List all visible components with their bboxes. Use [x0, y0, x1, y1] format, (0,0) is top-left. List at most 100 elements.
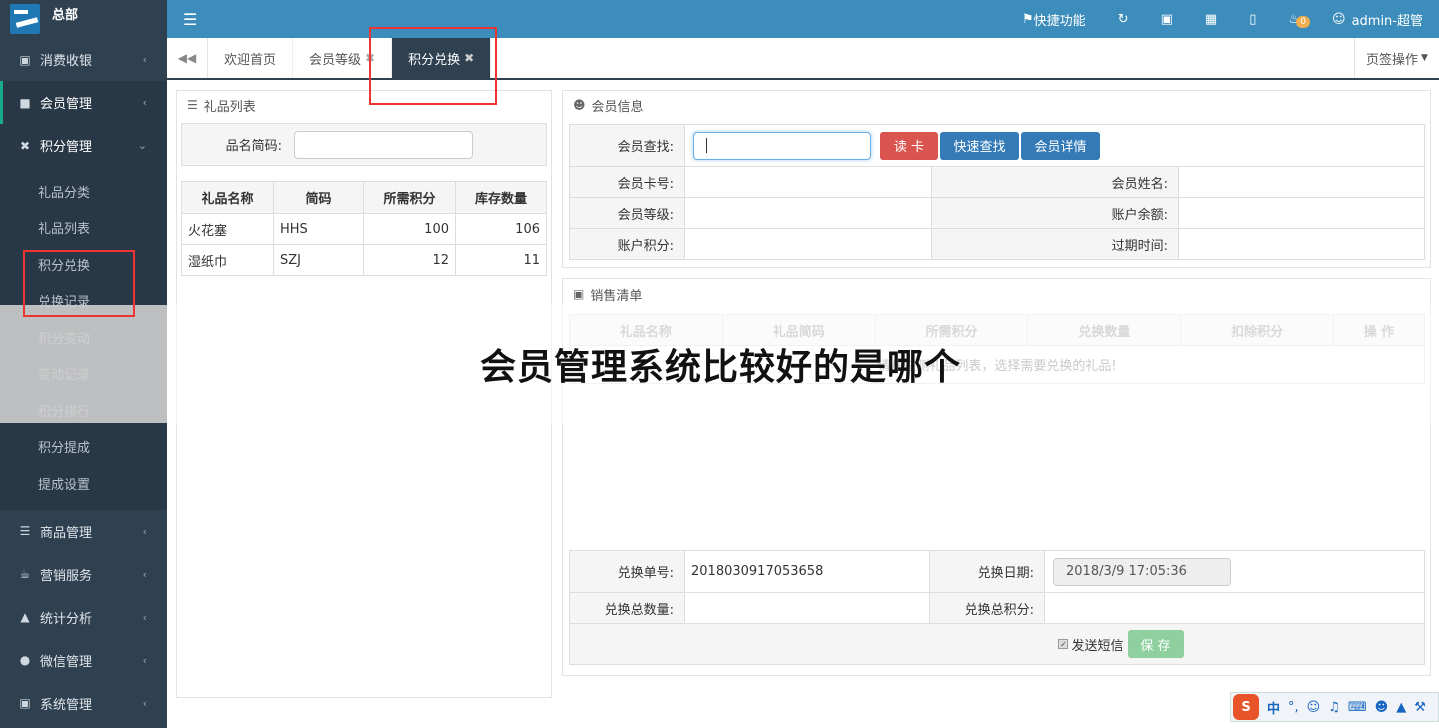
- sub-item-change-records[interactable]: 变动记录: [0, 356, 167, 393]
- logo-icon: [10, 4, 40, 34]
- card-no-value: [684, 166, 932, 198]
- gift-panel-header: ☰ 礼品列表: [177, 91, 551, 119]
- sub-item-exchange-records[interactable]: 兑换记录: [0, 283, 167, 320]
- nav-item-wechat[interactable]: ● 微信管理 ‹: [0, 639, 167, 682]
- sms-checkbox[interactable]: ✓: [1058, 639, 1069, 649]
- save-button[interactable]: 保 存: [1127, 630, 1184, 658]
- sub-item-gift-list[interactable]: 礼品列表: [0, 210, 167, 247]
- sub-item-points-exchange[interactable]: 积分兑换: [0, 246, 167, 283]
- exchange-icon: ✖: [19, 138, 31, 153]
- nav-item-products[interactable]: ☰ 商品管理 ‹: [0, 510, 167, 553]
- shirt-icon[interactable]: ▲: [1396, 700, 1406, 715]
- sub-item-points-commission[interactable]: 积分提成: [0, 429, 167, 466]
- col-stock[interactable]: 库存数量: [455, 181, 547, 214]
- text-cursor: [706, 138, 707, 153]
- member-name-value: [1178, 166, 1425, 198]
- wrench-icon[interactable]: ⚒: [1414, 700, 1426, 715]
- qrcode-icon[interactable]: ▦: [1189, 12, 1233, 27]
- quick-search-button[interactable]: 快速查找: [940, 131, 1019, 160]
- card-no-label: 会员卡号:: [569, 166, 685, 198]
- tab-welcome[interactable]: 欢迎首页: [208, 38, 294, 78]
- user-icon: ☻: [573, 98, 586, 112]
- total-qty-value: [684, 592, 930, 624]
- table-row[interactable]: 火花塞 HHS 100 106: [181, 213, 547, 245]
- close-icon[interactable]: ✖: [464, 51, 474, 65]
- quick-functions-label: 快捷功能: [1033, 13, 1086, 29]
- cell-points: 12: [363, 244, 456, 276]
- tabs-scroll-left-icon[interactable]: ◀◀: [167, 38, 208, 78]
- close-icon[interactable]: ✖: [365, 51, 375, 65]
- nav-label: 会员管理: [40, 97, 93, 112]
- nav-item-system[interactable]: ▣ 系统管理 ‹: [0, 682, 167, 725]
- gift-search-label: 品名简码:: [225, 139, 282, 154]
- col-deduct-points: 扣除积分: [1180, 314, 1335, 346]
- member-info-panel: ☻ 会员信息 会员查找: 读 卡 快速查找 会员详情 会员卡号: 会员姓名: 会…: [562, 90, 1431, 268]
- sub-item-commission-settings[interactable]: 提成设置: [0, 465, 167, 502]
- chevron-left-icon: ‹: [142, 524, 147, 538]
- ime-toolbar: S 中 °, ☺ ♫ ⌨ ☻ ▲ ⚒: [1230, 692, 1439, 722]
- points-value: [684, 228, 932, 260]
- sub-item-points-ranking[interactable]: 积分排行: [0, 392, 167, 429]
- gift-search-row: 品名简码:: [181, 123, 547, 166]
- coffee-icon: ☕: [19, 567, 31, 581]
- notification-button[interactable]: ♨ 0: [1272, 12, 1316, 28]
- member-detail-button[interactable]: 会员详情: [1021, 131, 1100, 160]
- gift-search-input[interactable]: [294, 130, 473, 159]
- tab-label: 会员等级: [309, 52, 362, 68]
- nav-item-points[interactable]: ✖ 积分管理 ⌄: [0, 124, 167, 167]
- menu-toggle-icon[interactable]: ☰: [183, 10, 197, 29]
- chevron-left-icon: ‹: [142, 696, 147, 710]
- member-level-value: [684, 197, 932, 229]
- tab-operations-dropdown[interactable]: 页签操作 ▼: [1354, 38, 1439, 78]
- read-card-button[interactable]: 读 卡: [880, 131, 938, 160]
- quick-functions-button[interactable]: ⚑ 快捷功能: [1006, 10, 1102, 29]
- refresh-icon[interactable]: ↻: [1102, 12, 1145, 27]
- form-actions: ✓ 发送短信 保 存: [569, 623, 1425, 665]
- app-title: 总部: [52, 8, 79, 23]
- tab-member-level[interactable]: 会员等级 ✖: [293, 38, 393, 78]
- nav-item-marketing[interactable]: ☕ 营销服务 ‹: [0, 553, 167, 596]
- briefcase-icon: ■: [19, 95, 31, 110]
- flag-icon: ⚑: [1022, 11, 1034, 27]
- microphone-icon[interactable]: ♫: [1328, 700, 1340, 715]
- nav-item-members[interactable]: ■ 会员管理 ‹: [0, 81, 167, 124]
- user-menu[interactable]: ☺ admin-超管: [1316, 10, 1439, 29]
- cell-stock: 106: [455, 213, 547, 245]
- chart-icon: ▲: [20, 610, 30, 624]
- nav-label: 系统管理: [40, 697, 93, 713]
- table-row[interactable]: 湿纸巾 SZJ 12 11: [181, 244, 547, 276]
- tab-label: 欢迎首页: [224, 52, 277, 68]
- user-name: admin-超管: [1351, 13, 1423, 29]
- sub-item-gift-category[interactable]: 礼品分类: [0, 173, 167, 210]
- sales-panel-title: 销售清单: [590, 288, 643, 304]
- punctuation-icon[interactable]: °,: [1288, 700, 1299, 715]
- total-points-value: [1044, 592, 1425, 624]
- col-points[interactable]: 所需积分: [363, 181, 456, 214]
- balance-label: 账户余额:: [931, 197, 1179, 229]
- sogou-logo-icon[interactable]: S: [1233, 694, 1259, 720]
- mobile-icon[interactable]: ▯: [1233, 12, 1272, 27]
- nav-label: 积分管理: [40, 140, 93, 155]
- gift-table-header: 礼品名称 简码 所需积分 库存数量: [181, 181, 547, 214]
- total-points-label: 兑换总积分:: [929, 592, 1045, 624]
- cell-code: SZJ: [273, 244, 364, 276]
- tab-points-exchange[interactable]: 积分兑换 ✖: [392, 38, 492, 78]
- nav-item-statistics[interactable]: ▲ 统计分析 ‹: [0, 596, 167, 639]
- ime-mode[interactable]: 中: [1267, 698, 1280, 717]
- order-no-label: 兑换单号:: [569, 550, 685, 593]
- nav-item-checkout[interactable]: ▣ 消费收银 ‹: [0, 38, 167, 81]
- gift-list-panel: ☰ 礼品列表 品名简码: 礼品名称 简码 所需积分 库存数量 火花塞 HHS 1…: [176, 90, 552, 698]
- user-icon[interactable]: ☻: [1375, 700, 1389, 715]
- col-code[interactable]: 简码: [273, 181, 364, 214]
- keyboard-icon[interactable]: ⌨: [1348, 700, 1367, 715]
- sub-item-points-change[interactable]: 积分变动: [0, 319, 167, 356]
- emoji-icon[interactable]: ☺: [1307, 700, 1321, 715]
- nav-label: 统计分析: [40, 611, 93, 627]
- cell-points: 100: [363, 213, 456, 245]
- member-search-input[interactable]: [693, 131, 871, 160]
- points-submenu: 礼品分类 礼品列表 积分兑换 兑换记录 积分变动 变动记录 积分排行 积分提成 …: [0, 167, 167, 510]
- member-level-label: 会员等级:: [569, 197, 685, 229]
- list-icon: ☰: [187, 98, 198, 112]
- col-gift-name[interactable]: 礼品名称: [181, 181, 274, 214]
- desktop-icon[interactable]: ▣: [1145, 12, 1189, 27]
